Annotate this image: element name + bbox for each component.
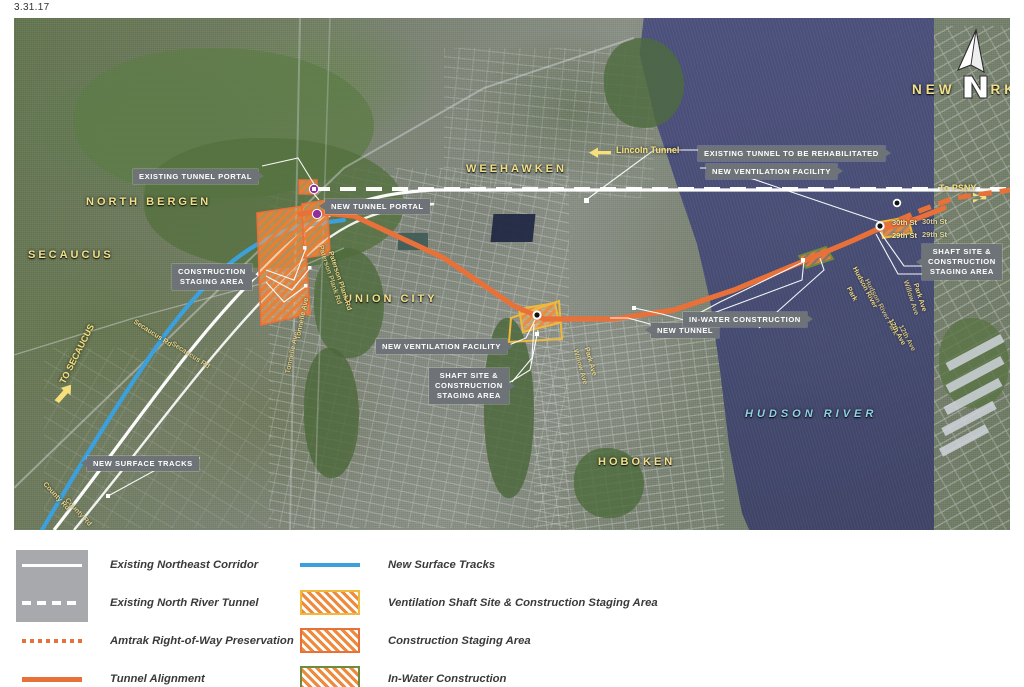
label-to-psny: To PSNY	[939, 183, 977, 193]
aerial-map[interactable]: NORTH BERGEN SECAUCUS UNION CITY WEEHAWK…	[14, 18, 1010, 530]
callout-shaft-site-construction-staging-area-new-york[interactable]: SHAFT SITE & CONSTRUCTION STAGING AREA	[916, 244, 1002, 281]
street-label-29th-dup: 29th St	[922, 230, 948, 239]
street-label-30th-dup: 30th St	[922, 217, 948, 226]
legend-swatch-hatch-orange	[294, 628, 366, 654]
legend-label-existing-northeast-corridor: Existing Northeast Corridor	[110, 559, 259, 571]
callout-existing-tunnel-to-be-rehabilitated[interactable]: EXISTING TUNNEL TO BE REHABILITATED	[698, 146, 891, 162]
callout-in-water-construction[interactable]: IN-WATER CONSTRUCTION	[683, 312, 813, 328]
legend-item-tunnel-alignment[interactable]: Tunnel Alignment	[16, 662, 205, 687]
legend-item-ventilation-shaft-site[interactable]: Ventilation Shaft Site & Construction St…	[294, 586, 658, 620]
legend-swatch-solid-orange-line	[16, 666, 88, 687]
legend-swatch-hatch-green	[294, 666, 366, 687]
legend-swatch-hatch-yellow	[294, 590, 366, 616]
callout-new-surface-tracks[interactable]: NEW SURFACE TRACKS	[81, 456, 199, 472]
legend-swatch-dashed-white-line	[16, 590, 88, 616]
legend-label-in-water-construction: In-Water Construction	[388, 673, 507, 685]
date-stamp: 3.31.17	[14, 2, 50, 13]
legend-item-existing-northeast-corridor[interactable]: Existing Northeast Corridor	[16, 548, 258, 582]
label-lincoln-tunnel: Lincoln Tunnel	[616, 145, 680, 155]
legend-label-amtrak-right-of-way-preservation: Amtrak Right-of-Way Preservation	[110, 635, 294, 647]
legend-label-tunnel-alignment: Tunnel Alignment	[110, 673, 205, 685]
callout-shaft-site-construction-staging-area-union-city[interactable]: SHAFT SITE & CONSTRUCTION STAGING AREA	[429, 368, 515, 405]
existing-northeast-corridor-line-2	[73, 202, 435, 530]
callout-new-tunnel-portal[interactable]: NEW TUNNEL PORTAL	[319, 199, 430, 215]
callout-new-ventilation-facility-union-city[interactable]: NEW VENTILATION FACILITY	[376, 339, 513, 355]
legend-swatch-solid-blue-line	[294, 552, 366, 578]
tunnel-alignment-line	[297, 209, 879, 322]
legend-label-construction-staging-area: Construction Staging Area	[388, 635, 531, 647]
new-ventilation-facility-dot	[534, 312, 540, 318]
legend-item-construction-staging-area[interactable]: Construction Staging Area	[294, 624, 531, 658]
new-ventilation-facility-dot	[894, 200, 900, 206]
legend: Existing Northeast Corridor Existing Nor…	[0, 536, 1024, 687]
legend-label-ventilation-shaft-site: Ventilation Shaft Site & Construction St…	[388, 597, 658, 609]
legend-item-in-water-construction[interactable]: In-Water Construction	[294, 662, 506, 687]
legend-item-existing-north-river-tunnel[interactable]: Existing North River Tunnel	[16, 586, 259, 620]
callout-construction-staging-area[interactable]: CONSTRUCTION STAGING AREA	[172, 264, 258, 290]
new-ventilation-facility-dot	[877, 223, 883, 229]
legend-item-amtrak-right-of-way-preservation[interactable]: Amtrak Right-of-Way Preservation	[16, 624, 294, 658]
legend-label-existing-north-river-tunnel: Existing North River Tunnel	[110, 597, 259, 609]
north-arrow-icon	[956, 28, 988, 99]
legend-swatch-solid-white-line	[16, 552, 88, 578]
street-label-29th: 29th St	[892, 231, 918, 240]
legend-swatch-dashed-orange-line	[16, 628, 88, 654]
street-label-30th: 30th St	[892, 218, 918, 227]
legend-item-new-surface-tracks[interactable]: New Surface Tracks	[294, 548, 495, 582]
tunnel-portal-dot	[311, 208, 323, 220]
map-page: 3.31.17 NORTH BERGEN SECAUCUS UNION CITY…	[0, 0, 1024, 687]
callout-new-ventilation-facility-new-york[interactable]: NEW VENTILATION FACILITY	[706, 164, 843, 180]
legend-label-new-surface-tracks: New Surface Tracks	[388, 559, 496, 571]
callout-existing-tunnel-portal[interactable]: EXISTING TUNNEL PORTAL	[133, 169, 265, 185]
